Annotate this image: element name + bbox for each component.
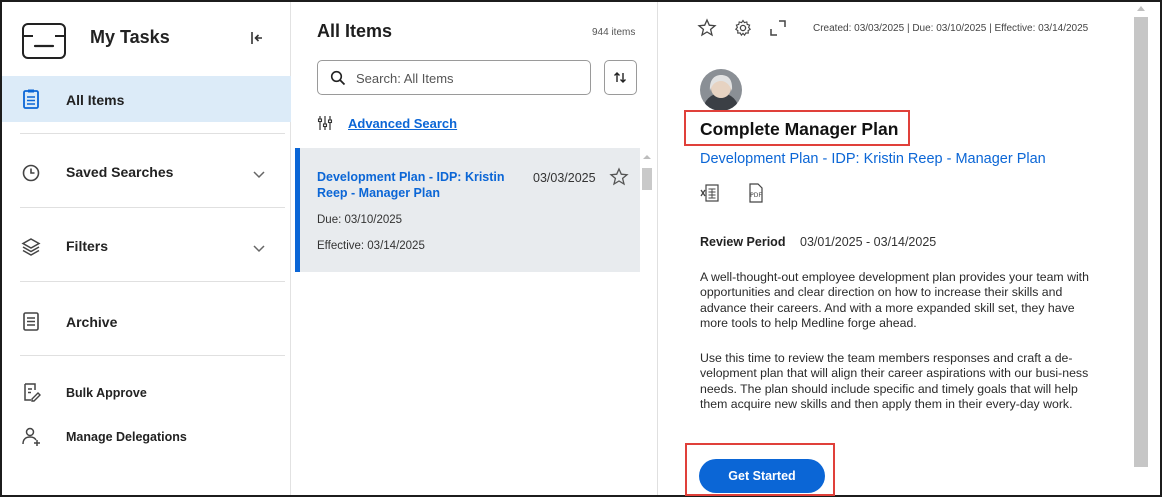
scrollbar-thumb[interactable] bbox=[1134, 17, 1148, 467]
advanced-search-link[interactable]: Advanced Search bbox=[348, 116, 457, 131]
item-count: 944 items bbox=[592, 27, 636, 38]
scroll-up-arrow-icon[interactable] bbox=[640, 152, 654, 162]
scrollbar-thumb[interactable] bbox=[642, 168, 652, 190]
sidebar-item-label: Archive bbox=[66, 314, 118, 330]
collapse-left-icon[interactable] bbox=[247, 28, 267, 48]
review-period-label: Review Period bbox=[700, 235, 786, 249]
task-dates: Created: 03/03/2025 | Due: 03/10/2025 | … bbox=[813, 23, 1089, 34]
search-box[interactable] bbox=[317, 60, 591, 95]
page-title: Complete Manager Plan bbox=[700, 119, 899, 139]
star-icon[interactable] bbox=[697, 18, 717, 38]
sidebar-item-all-items[interactable]: All Items bbox=[2, 76, 291, 122]
review-period-value: 03/01/2025 - 03/14/2025 bbox=[800, 235, 937, 249]
sidebar-item-manage-delegations[interactable]: Manage Delegations bbox=[2, 418, 291, 454]
sort-button[interactable] bbox=[604, 60, 637, 95]
inbox-tray-icon bbox=[22, 23, 66, 59]
sidebar-item-label: Bulk Approve bbox=[66, 386, 147, 400]
sidebar-item-bulk-approve[interactable]: Bulk Approve bbox=[2, 374, 291, 410]
sort-icon bbox=[614, 72, 626, 83]
divider bbox=[20, 207, 285, 208]
divider bbox=[20, 281, 285, 282]
sidebar-item-filters[interactable]: Filters bbox=[2, 224, 291, 270]
chevron-down-icon bbox=[253, 245, 265, 253]
sidebar-title: My Tasks bbox=[90, 27, 170, 47]
list-item-title[interactable]: Development Plan - IDP: Kristin Reep - M… bbox=[317, 169, 507, 201]
svg-text:PDF: PDF bbox=[750, 192, 762, 199]
gear-icon[interactable] bbox=[733, 18, 753, 38]
sidebar: My Tasks All Items Saved Searches Filter… bbox=[2, 2, 291, 495]
list-scrollbar[interactable] bbox=[640, 148, 654, 493]
description-paragraph: A well-thought-out employee development … bbox=[700, 270, 1089, 330]
detail-scrollbar[interactable] bbox=[1131, 2, 1151, 495]
excel-export-icon[interactable] bbox=[699, 182, 721, 204]
sidebar-item-saved-searches[interactable]: Saved Searches bbox=[2, 150, 291, 196]
clock-icon bbox=[22, 164, 40, 182]
sidebar-item-label: All Items bbox=[66, 92, 125, 108]
star-icon[interactable] bbox=[609, 167, 629, 187]
sidebar-header: My Tasks bbox=[2, 2, 291, 72]
add-user-icon bbox=[22, 427, 40, 446]
sidebar-item-label: Manage Delegations bbox=[66, 430, 187, 444]
sidebar-item-label: Filters bbox=[66, 238, 109, 254]
chevron-down-icon bbox=[253, 171, 265, 179]
search-icon bbox=[330, 70, 346, 86]
list-item-due: Due: 03/10/2025 bbox=[317, 214, 403, 226]
scroll-up-arrow-icon[interactable] bbox=[1136, 4, 1146, 12]
items-list-panel: All Items 944 items Advanced Search Deve… bbox=[295, 2, 658, 495]
search-input[interactable] bbox=[356, 68, 581, 88]
divider bbox=[20, 355, 285, 356]
instructions-paragraph: Use this time to review the team members… bbox=[700, 351, 1089, 411]
list-item[interactable]: Development Plan - IDP: Kristin Reep - M… bbox=[295, 148, 640, 272]
archive-list-icon bbox=[23, 312, 39, 331]
get-started-button[interactable]: Get Started bbox=[699, 459, 825, 493]
pdf-export-icon[interactable]: PDF bbox=[745, 182, 767, 204]
edit-doc-icon bbox=[24, 383, 41, 402]
list-item-date: 03/03/2025 bbox=[533, 171, 596, 185]
sidebar-item-archive[interactable]: Archive bbox=[2, 298, 291, 344]
sidebar-item-label: Saved Searches bbox=[66, 164, 174, 180]
list-title: All Items bbox=[317, 21, 393, 41]
divider bbox=[20, 133, 285, 134]
expand-icon[interactable] bbox=[768, 18, 788, 38]
list-item-effective: Effective: 03/14/2025 bbox=[317, 240, 425, 252]
avatar bbox=[700, 69, 742, 111]
sliders-icon bbox=[317, 116, 333, 130]
clipboard-icon bbox=[23, 89, 39, 109]
detail-panel: Created: 03/03/2025 | Due: 03/10/2025 | … bbox=[659, 2, 1149, 496]
layers-icon bbox=[21, 238, 41, 256]
task-link[interactable]: Development Plan - IDP: Kristin Reep - M… bbox=[700, 151, 1046, 167]
